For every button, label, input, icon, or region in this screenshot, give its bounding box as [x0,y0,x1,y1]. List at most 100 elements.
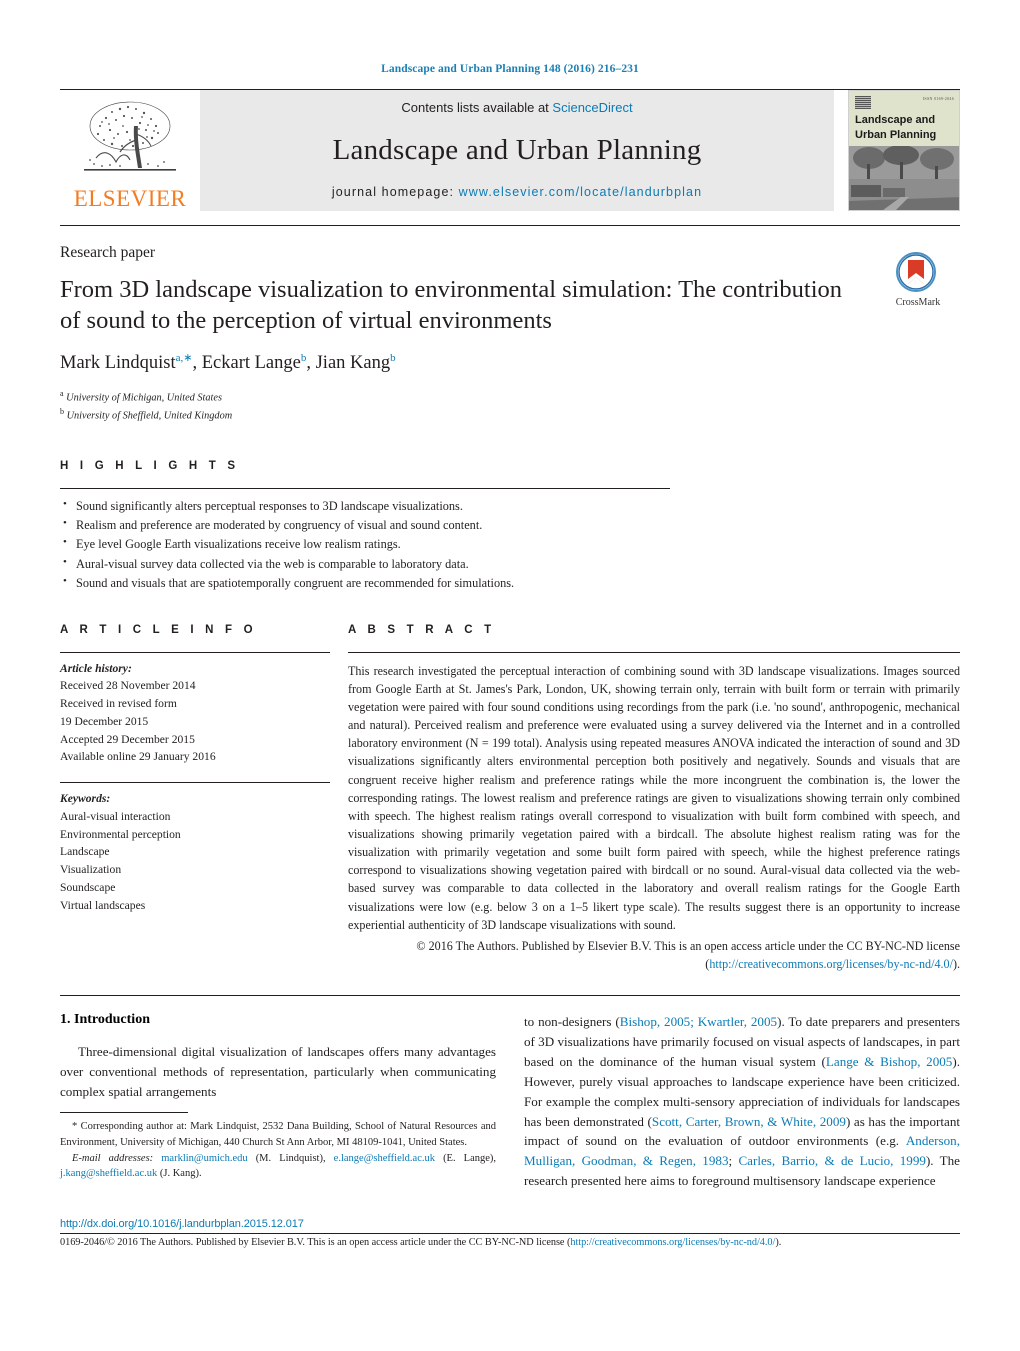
email-label: E-mail addresses: [72,1152,154,1164]
intro-paragraph-left: Three-dimensional digital visualization … [60,1044,496,1099]
email-owner: (M. Lindquist), [255,1152,326,1164]
article-info-section: A R T I C L E I N F O Article history: R… [60,624,330,973]
cover-title: Landscape and Urban Planning [855,113,953,143]
copyright-line-1: © 2016 The Authors. Published by Elsevie… [416,938,924,953]
elsevier-logo: ELSEVIER [60,90,200,211]
homepage-prefix: journal homepage: [331,185,459,199]
section-number: 1. [60,1012,71,1028]
history-line: Accepted 29 December 2015 [60,732,195,746]
affiliation-a-marker: a [60,388,64,398]
author-3-name[interactable]: Jian Kang [316,353,391,373]
abstract-heading: A B S T R A C T [348,623,496,636]
cover-title-line1: Landscape and [855,114,936,126]
intro-paragraph-right: to non-designers (Bishop, 2005; Kwartler… [524,1012,960,1191]
sciencedirect-link[interactable]: ScienceDirect [552,100,632,115]
elsevier-wordmark: ELSEVIER [73,186,187,211]
page-footer: http://dx.doi.org/10.1016/j.landurbplan.… [60,1218,960,1248]
article-info-rule [60,651,330,653]
journal-title: Landscape and Urban Planning [332,133,702,166]
keyword-item: Visualization [60,863,122,877]
cover-title-line2: Urban Planning [855,128,937,141]
doi-link[interactable]: http://dx.doi.org/10.1016/j.landurbplan.… [60,1218,960,1230]
abstract-bottom-rule [60,995,960,997]
corresponding-author-note: * Corresponding author at: Mark Lindquis… [60,1121,496,1148]
list-item: Sound significantly alters perceptual re… [60,496,960,516]
cover-issn-text: ISSN 0169-2046 [922,96,954,101]
highlights-heading: H I G H L I G H T S [60,459,240,472]
history-line: Received in revised form [60,697,177,711]
keywords-rule [60,782,330,784]
keyword-item: Landscape [60,845,110,859]
cover-top-band: ISSN 0169-2046 Landscape and Urban Plann… [849,91,959,146]
cover-trees-illustration [849,145,959,180]
elsevier-tree-icon [84,101,176,171]
issn-suffix: ). [775,1237,782,1248]
email-link[interactable]: marklin@umich.edu [161,1153,247,1164]
list-item: Eye level Google Earth visualizations re… [60,534,960,554]
keyword-item: Soundscape [60,880,116,894]
journal-homepage-link[interactable]: www.elsevier.com/locate/landurbplan [459,185,702,199]
citation-link[interactable]: Bishop, 2005; Kwartler, 2005 [620,1014,777,1029]
cc-license-link[interactable]: http://creativecommons.org/licenses/by-n… [709,957,953,971]
email-owner: (E. Lange), [443,1152,497,1164]
history-line: Available online 29 January 2016 [60,750,216,764]
affiliation-b-text: University of Sheffield, United Kingdom [66,410,233,422]
author-2-name[interactable]: Eckart Lange [202,353,301,373]
article-info-heading: A R T I C L E I N F O [60,623,257,636]
highlights-section: H I G H L I G H T S Sound significantly … [60,460,960,594]
affiliation-b: b University of Sheffield, United Kingdo… [60,406,960,424]
article-page: Landscape and Urban Planning 148 (2016) … [0,0,1020,1351]
citation-link[interactable]: Carles, Barrio, & de Lucio, 1999 [738,1153,926,1168]
issn-copyright-line: 0169-2046/© 2016 The Authors. Published … [60,1233,960,1248]
crossmark-label: CrossMark [895,297,941,308]
text-run: to non-designers ( [524,1014,620,1030]
email-link[interactable]: j.kang@sheffield.ac.uk [60,1168,157,1179]
keyword-item: Aural-visual interaction [60,809,171,823]
cover-photo-landscape [849,179,959,210]
footnote-rule [60,1112,188,1113]
article-type-kicker: Research paper [60,244,156,261]
email-link[interactable]: e.lange@sheffield.ac.uk [334,1153,435,1164]
cover-photo-trees [849,145,959,180]
journal-homepage-line: journal homepage: www.elsevier.com/locat… [332,185,702,199]
cover-elsevier-icon [855,96,871,109]
copyright-license-suffix: ). [952,956,960,971]
masthead-center: Contents lists available at ScienceDirec… [200,90,834,211]
history-line: Received 28 November 2014 [60,679,196,693]
list-item: Sound and visuals that are spatiotempora… [60,573,960,593]
email-owner: (J. Kang). [159,1168,202,1180]
keywords-block: Keywords: Aural-visual interaction Envir… [60,790,330,914]
affiliations: a University of Michigan, United States … [60,388,960,424]
footer-license-link[interactable]: http://creativecommons.org/licenses/by-n… [570,1237,775,1248]
cover-landscape-illustration [849,179,959,210]
author-1-name[interactable]: Mark Lindquist [60,353,176,373]
contents-prefix: Contents lists available at [401,100,553,115]
citation-link[interactable]: Lange & Bishop, 2005 [826,1054,952,1069]
info-abstract-region: A R T I C L E I N F O Article history: R… [60,624,960,973]
list-item: Realism and preference are moderated by … [60,515,960,535]
page-title: From 3D landscape visualization to envir… [60,276,843,335]
author-2-sup: b [300,351,307,364]
affiliation-a: a University of Michigan, United States [60,388,960,406]
journal-masthead: ELSEVIER Contents lists available at Sci… [60,89,960,211]
section-title: Introduction [74,1012,150,1028]
footnote-area: * Corresponding author at: Mark Lindquis… [60,1112,496,1182]
crossmark-badge[interactable]: CrossMark [872,252,960,310]
keyword-item: Virtual landscapes [60,898,146,912]
section-heading-introduction: 1. Introduction [60,1012,496,1028]
email-addresses-note: E-mail addresses: marklin@umich.edu (M. … [60,1151,496,1183]
highlights-list: Sound significantly alters perceptual re… [60,496,960,594]
keyword-item: Environmental perception [60,827,181,841]
author-1-sup: a,∗ [175,351,193,364]
article-history-label: Article history: [60,661,132,675]
author-list: Mark Lindquista,∗, Eckart Langeb, Jian K… [60,351,396,373]
history-line: 19 December 2015 [60,714,149,728]
abstract-rule [348,651,960,653]
citation-link[interactable]: Scott, Carter, Brown, & White, 2009 [652,1114,846,1129]
abstract-section: A B S T R A C T This research investigat… [330,624,960,973]
title-block: Research paper From 3D landscape visuali… [60,225,960,424]
journal-cover-thumbnail: ISSN 0169-2046 Landscape and Urban Plann… [848,90,960,211]
abstract-text: This research investigated the perceptua… [348,663,960,932]
highlights-rule [60,487,670,489]
affiliation-b-marker: b [60,406,64,416]
